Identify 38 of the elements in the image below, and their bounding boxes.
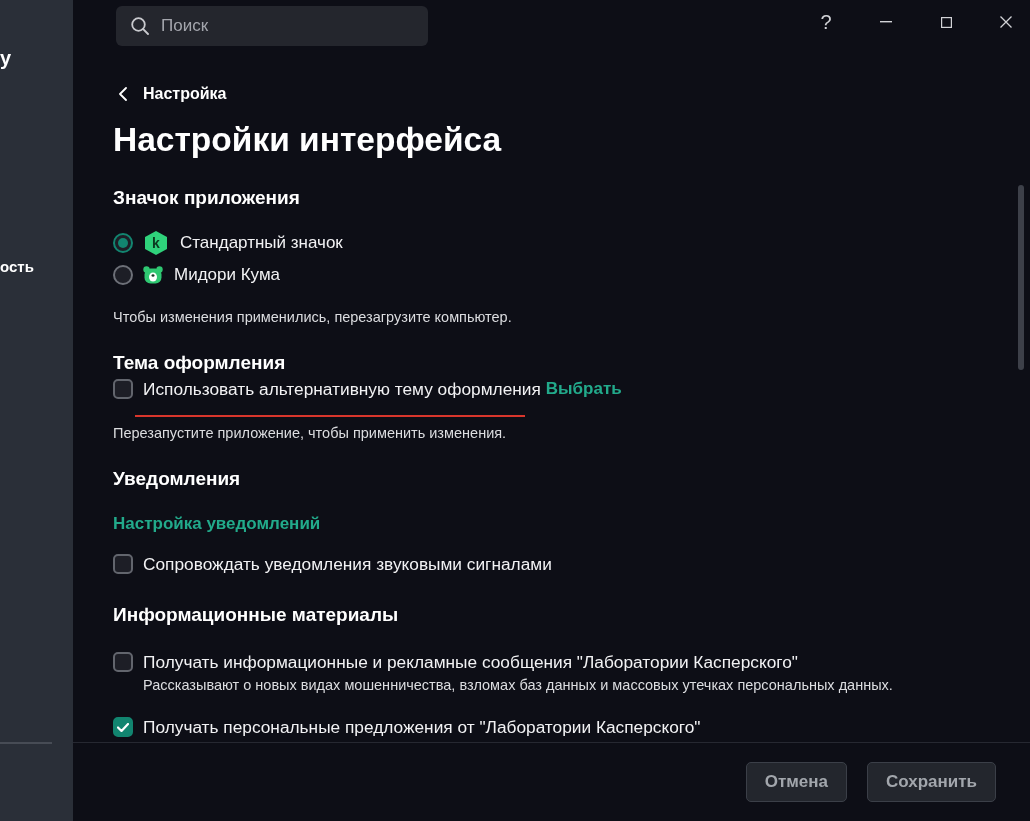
hint-text: Перезапустите приложение, чтобы применить изменения. — [113, 424, 507, 442]
option-label: Мидори Кума — [174, 264, 281, 286]
help-button[interactable]: ? — [802, 0, 850, 44]
section-heading: Значок приложения — [113, 186, 300, 210]
radio-button[interactable] — [113, 265, 133, 285]
cancel-button[interactable]: Отмена — [745, 762, 847, 802]
checkbox[interactable] — [113, 652, 133, 672]
checkbox[interactable] — [113, 554, 133, 574]
sidebar-item[interactable]: у — [0, 46, 12, 70]
checkbox[interactable] — [113, 379, 133, 399]
bear-icon — [143, 266, 163, 284]
section-heading: Информационные материалы — [113, 603, 399, 627]
search-field[interactable]: Поиск — [116, 6, 428, 46]
scrollbar-thumb[interactable] — [1018, 185, 1024, 370]
checkbox-label: Получать информационные и рекламные сообщения "Лаборатории Касперского" — [143, 651, 798, 674]
checkbox-label: Использовать альтернативную тему оформления — [143, 378, 541, 401]
option-description: Рассказывают о новых видах мошенничества, взломах баз данных и массовых утечках персональных данных. — [143, 676, 893, 694]
hexagon-logo-icon: k — [145, 231, 167, 255]
section-heading: Уведомления — [113, 467, 241, 491]
page-title: Настройки интерфейса — [113, 120, 502, 160]
save-button[interactable]: Сохранить — [866, 762, 996, 802]
radio-button[interactable] — [113, 233, 133, 253]
close-icon — [1000, 16, 1012, 28]
maximize-icon — [940, 16, 952, 28]
option-label: Стандартный значок — [180, 232, 343, 254]
check-icon — [117, 722, 129, 732]
checkbox-label: Получать персональные предложения от "Лаборатории Касперского" — [143, 716, 701, 739]
hint-text: Чтобы изменения применились, перезагрузите компьютер. — [113, 308, 512, 326]
minimize-icon — [880, 21, 892, 23]
back-icon — [119, 87, 127, 101]
sidebar-item[interactable]: ость — [0, 258, 34, 276]
choose-link[interactable]: Выбрать — [545, 377, 622, 401]
checkbox[interactable] — [113, 717, 133, 737]
back-button[interactable]: Настройка — [113, 82, 227, 106]
checkbox-label: Сопровождать уведомления звуковыми сигналами — [143, 553, 552, 576]
settings-link[interactable]: Настройка уведомлений — [113, 512, 321, 536]
section-heading: Тема оформления — [113, 351, 286, 375]
search-icon — [131, 17, 149, 35]
